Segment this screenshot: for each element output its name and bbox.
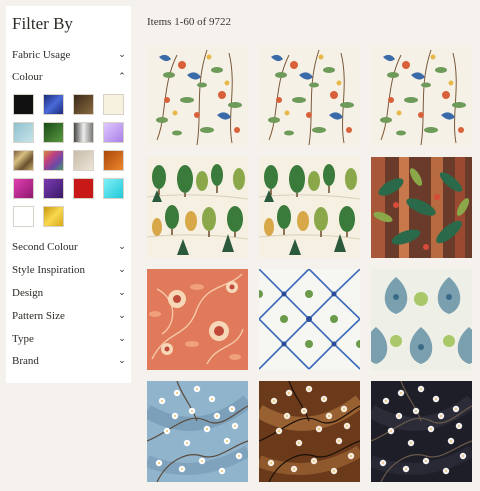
items-count: Items 1-60 of 9722 [147, 16, 232, 28]
product-image [147, 381, 248, 482]
swatch-red[interactable] [73, 178, 94, 199]
swatch-duck-egg[interactable] [13, 122, 34, 143]
product-tile-tropical-jungle[interactable] [371, 157, 472, 258]
chevron-up-icon: ⌃ [118, 72, 126, 82]
product-image [259, 381, 360, 482]
chevron-down-icon: ⌄ [118, 265, 126, 275]
filter-title: Filter By [12, 14, 73, 33]
filter-second-colour[interactable]: Second Colour ⌄ [12, 238, 127, 256]
swatch-natural[interactable] [73, 150, 94, 171]
filter-fabric-usage[interactable]: Fabric Usage ⌄ [12, 46, 127, 64]
filter-label: Design [12, 287, 44, 299]
swatch-cream[interactable] [103, 94, 124, 115]
swatch-yellow[interactable] [43, 206, 64, 227]
chevron-down-icon: ⌄ [118, 288, 126, 298]
swatch-brown[interactable] [73, 94, 94, 115]
product-image [147, 45, 248, 146]
filter-design[interactable]: Design ⌄ [12, 284, 127, 302]
chevron-down-icon: ⌄ [118, 242, 126, 252]
product-image [259, 269, 360, 370]
swatch-grey[interactable] [73, 122, 94, 143]
filter-type[interactable]: Type ⌄ [12, 330, 127, 348]
colour-swatch-grid [13, 94, 128, 227]
filter-style-inspiration[interactable]: Style Inspiration ⌄ [12, 261, 127, 279]
chevron-down-icon: ⌄ [118, 311, 126, 321]
swatch-turquoise[interactable] [103, 178, 124, 199]
product-tile-tree-landscape-1[interactable] [147, 157, 248, 258]
swatch-purple[interactable] [43, 178, 64, 199]
product-tile-coral-jacobean-floral[interactable] [147, 269, 248, 370]
product-image [147, 269, 248, 370]
chevron-down-icon: ⌄ [118, 356, 126, 366]
filter-label: Type [12, 333, 34, 345]
product-image [147, 157, 248, 258]
product-tile-blue-trellis-geometric[interactable] [259, 269, 360, 370]
filter-sidebar: Filter By Fabric Usage ⌄ Colour ⌃ Second… [6, 6, 131, 383]
filter-label: Style Inspiration [12, 264, 86, 276]
chevron-down-icon: ⌄ [118, 50, 126, 60]
swatch-green[interactable] [43, 122, 64, 143]
product-tile-bird-trail-floral-2[interactable] [259, 45, 360, 146]
swatch-metallic[interactable] [13, 150, 34, 171]
swatch-multi[interactable] [43, 150, 64, 171]
swatch-black[interactable] [13, 94, 34, 115]
product-tile-blossom-pale-blue[interactable] [147, 381, 248, 482]
filter-label: Pattern Size [12, 310, 65, 322]
swatch-orange[interactable] [103, 150, 124, 171]
filter-label: Second Colour [12, 241, 78, 253]
filter-colour[interactable]: Colour ⌃ [12, 68, 127, 86]
product-tile-paisley-damask[interactable] [371, 269, 472, 370]
product-image [259, 157, 360, 258]
product-tile-bird-trail-floral-1[interactable] [147, 45, 248, 146]
product-image [371, 381, 472, 482]
swatch-lilac[interactable] [103, 122, 124, 143]
product-tile-tree-landscape-2[interactable] [259, 157, 360, 258]
filter-brand[interactable]: Brand ⌄ [12, 352, 127, 370]
product-tile-bird-trail-floral-3[interactable] [371, 45, 472, 146]
product-image [259, 45, 360, 146]
product-image [371, 45, 472, 146]
swatch-blue[interactable] [43, 94, 64, 115]
product-tile-blossom-charcoal[interactable] [371, 381, 472, 482]
product-image [371, 269, 472, 370]
product-image [371, 157, 472, 258]
filter-label: Colour [12, 71, 43, 83]
filter-label: Brand [12, 355, 39, 367]
filter-label: Fabric Usage [12, 49, 71, 61]
swatch-white[interactable] [13, 206, 34, 227]
filter-pattern-size[interactable]: Pattern Size ⌄ [12, 307, 127, 325]
product-tile-blossom-amber[interactable] [259, 381, 360, 482]
swatch-pink[interactable] [13, 178, 34, 199]
chevron-down-icon: ⌄ [118, 334, 126, 344]
